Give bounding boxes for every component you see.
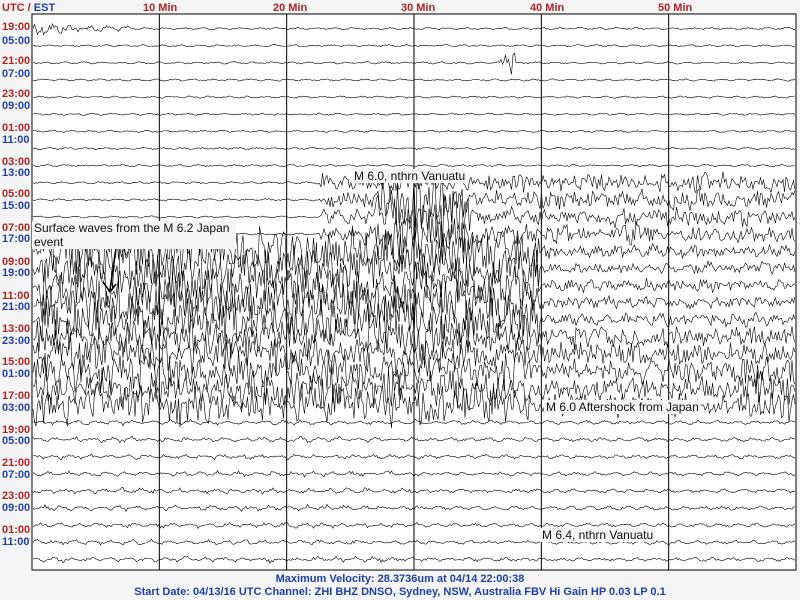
x-tick-label: 30 Min <box>401 2 436 14</box>
utc-time-label: 13:00 <box>2 323 31 335</box>
x-tick-label: 50 Min <box>658 2 693 14</box>
max-velocity-text: Maximum Velocity: 28.3736um at 04/14 22:… <box>275 573 525 585</box>
utc-time-label: 23:00 <box>2 490 31 502</box>
est-time-label: 21:00 <box>2 301 31 313</box>
x-tick-label: 20 Min <box>273 2 308 14</box>
est-time-label: 07:00 <box>2 469 31 481</box>
utc-time-label: 21:00 <box>2 457 31 469</box>
x-tick-label: 10 Min <box>143 2 178 14</box>
est-time-label: 05:00 <box>2 435 31 447</box>
annotation-japan-aftershock: M 6.0 Aftershock from Japan <box>544 400 701 414</box>
est-time-label: 03:00 <box>2 402 31 414</box>
est-time-label: 11:00 <box>2 134 30 146</box>
utc-time-label: 01:00 <box>2 122 31 134</box>
est-time-label: 01:00 <box>2 368 31 380</box>
est-time-label: 05:00 <box>2 35 31 47</box>
utc-time-label: 01:00 <box>2 524 31 536</box>
est-time-label: 17:00 <box>2 233 31 245</box>
utc-time-label: 23:00 <box>2 88 31 100</box>
utc-time-label: 05:00 <box>2 188 31 200</box>
utc-time-label: 19:00 <box>2 21 31 33</box>
start-info-text: Start Date: 04/13/16 UTC Channel: ZHI BH… <box>134 586 666 598</box>
est-time-label: 15:00 <box>2 200 31 212</box>
est-time-label: 13:00 <box>2 167 31 179</box>
utc-header: UTC <box>2 2 25 14</box>
utc-time-label: 15:00 <box>2 356 31 368</box>
est-time-label: 09:00 <box>2 100 31 112</box>
est-time-label: 19:00 <box>2 267 31 279</box>
est-header: EST <box>33 2 56 14</box>
x-tick-label: 40 Min <box>530 2 565 14</box>
annotation-vanuatu-m60: M 6.0, nthrn Vanuatu <box>352 169 468 183</box>
est-time-label: 09:00 <box>2 502 31 514</box>
annotation-japan-surface-waves: Surface waves from the M 6.2 Japan event <box>32 221 236 249</box>
est-time-label: 07:00 <box>2 68 31 80</box>
helicorder-plot <box>31 13 797 571</box>
annotation-vanuatu-m64: M 6.4, nthrn Vanuatu <box>540 528 656 542</box>
axis-header: UTC / EST <box>2 2 56 14</box>
est-time-label: 11:00 <box>2 536 30 548</box>
utc-time-label: 21:00 <box>2 55 31 67</box>
utc-time-label: 17:00 <box>2 390 31 402</box>
est-time-label: 23:00 <box>2 335 31 347</box>
